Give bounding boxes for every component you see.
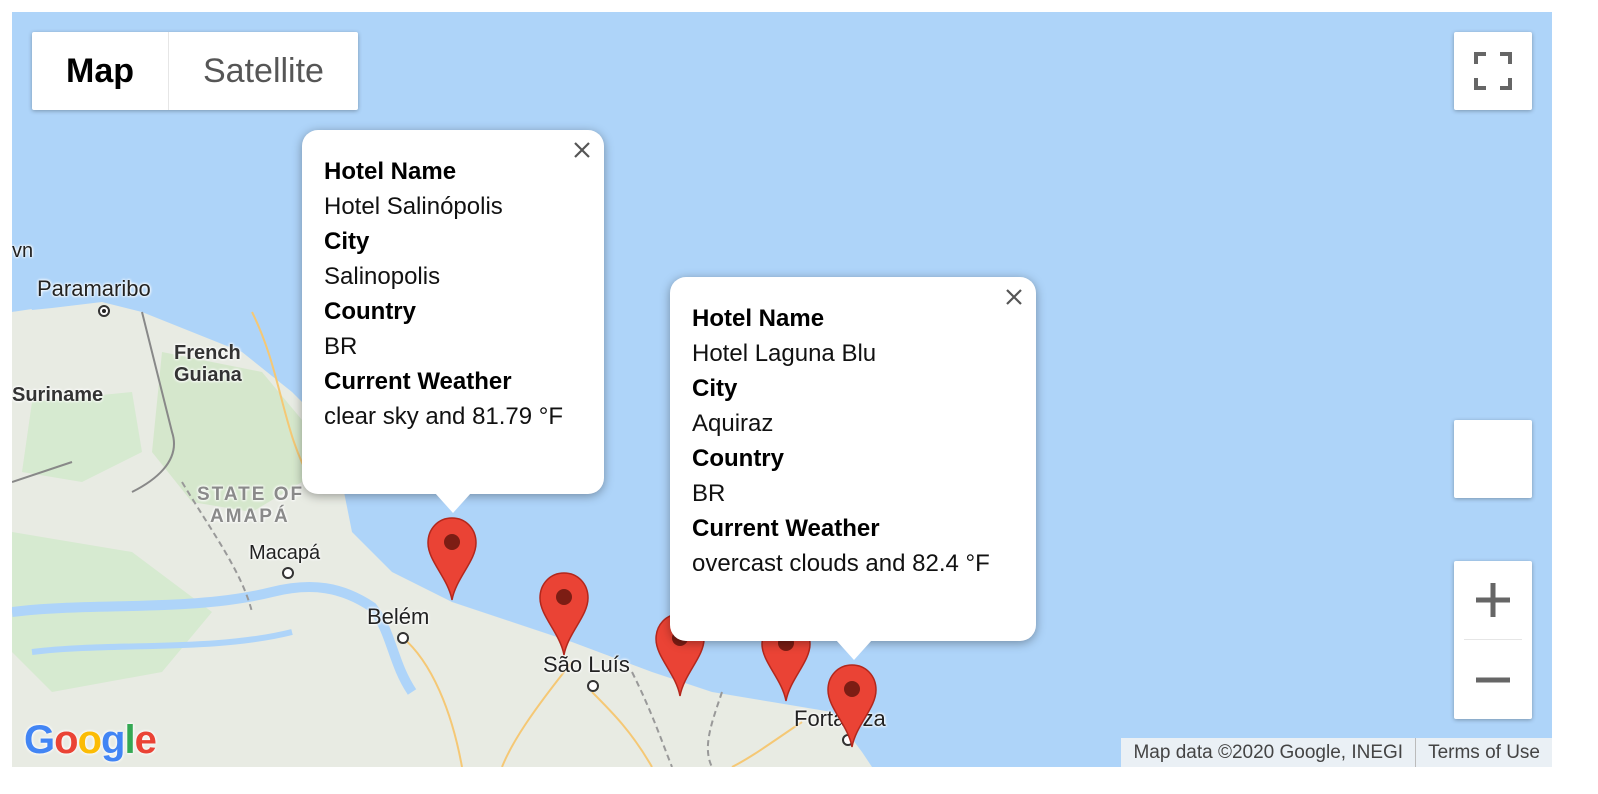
city-dot-belem	[397, 632, 409, 644]
map-canvas[interactable]: vn Paramaribo French Guiana Suriname STA…	[12, 12, 1552, 767]
city-label: City	[324, 228, 370, 255]
google-logo[interactable]: Google	[24, 718, 157, 763]
pegman-button[interactable]	[1454, 420, 1532, 498]
info-window: Hotel Name Hotel Salinópolis City Salino…	[302, 130, 604, 513]
fullscreen-button[interactable]	[1454, 32, 1532, 110]
weather-value: clear sky and 81.79 °F	[324, 403, 564, 430]
weather-label: Current Weather	[324, 368, 512, 395]
info-window-tail	[836, 640, 872, 660]
place-label-paramaribo: Paramaribo	[37, 276, 151, 301]
place-label-macapa: Macapá	[249, 542, 321, 564]
map-marker[interactable]	[538, 571, 590, 657]
city-label: City	[692, 375, 738, 402]
place-label-amapa: AMAPÁ	[210, 506, 290, 527]
country-value: BR	[324, 333, 358, 360]
map-attribution: Map data ©2020 Google, INEGI Terms of Us…	[1121, 738, 1552, 767]
country-label: Country	[324, 298, 416, 325]
zoom-control	[1454, 561, 1532, 719]
city-dot-paramaribo	[98, 305, 110, 317]
hotel-name-value: Hotel Laguna Blu	[692, 340, 877, 367]
close-icon[interactable]	[1002, 285, 1026, 309]
city-dot-sao-luis	[587, 680, 599, 692]
map-type-map-button[interactable]: Map	[32, 32, 169, 110]
map-type-satellite-button[interactable]: Satellite	[169, 32, 358, 110]
map-marker[interactable]	[826, 663, 878, 749]
city-dot-macapa	[282, 567, 294, 579]
place-label-guiana: Guiana	[174, 364, 242, 386]
terms-of-use-link[interactable]: Terms of Use	[1415, 738, 1552, 767]
place-label-suriname: Suriname	[12, 384, 104, 406]
place-label-belem: Belém	[367, 604, 430, 629]
place-label-state-of: STATE OF	[197, 484, 305, 505]
country-label: Country	[692, 445, 784, 472]
zoom-out-button[interactable]	[1454, 640, 1532, 719]
city-value: Aquiraz	[692, 410, 774, 437]
weather-label: Current Weather	[692, 515, 880, 542]
close-icon[interactable]	[570, 138, 594, 162]
country-value: BR	[692, 480, 726, 507]
map-type-control: Map Satellite	[32, 32, 358, 110]
hotel-name-label: Hotel Name	[324, 158, 457, 185]
info-window: Hotel Name Hotel Laguna Blu City Aquiraz…	[670, 277, 1036, 660]
place-label-french: French	[174, 342, 241, 364]
info-window-tail	[435, 493, 471, 513]
hotel-name-value: Hotel Salinópolis	[324, 193, 503, 220]
map-data-text: Map data ©2020 Google, INEGI	[1133, 742, 1404, 763]
weather-value: overcast clouds and 82.4 °F	[692, 550, 990, 577]
zoom-in-button[interactable]	[1454, 561, 1532, 640]
map-marker[interactable]	[426, 516, 478, 602]
hotel-name-label: Hotel Name	[692, 305, 825, 332]
fullscreen-icon	[1474, 52, 1512, 90]
city-value: Salinopolis	[324, 263, 441, 290]
place-label-cut: vn	[12, 240, 34, 262]
